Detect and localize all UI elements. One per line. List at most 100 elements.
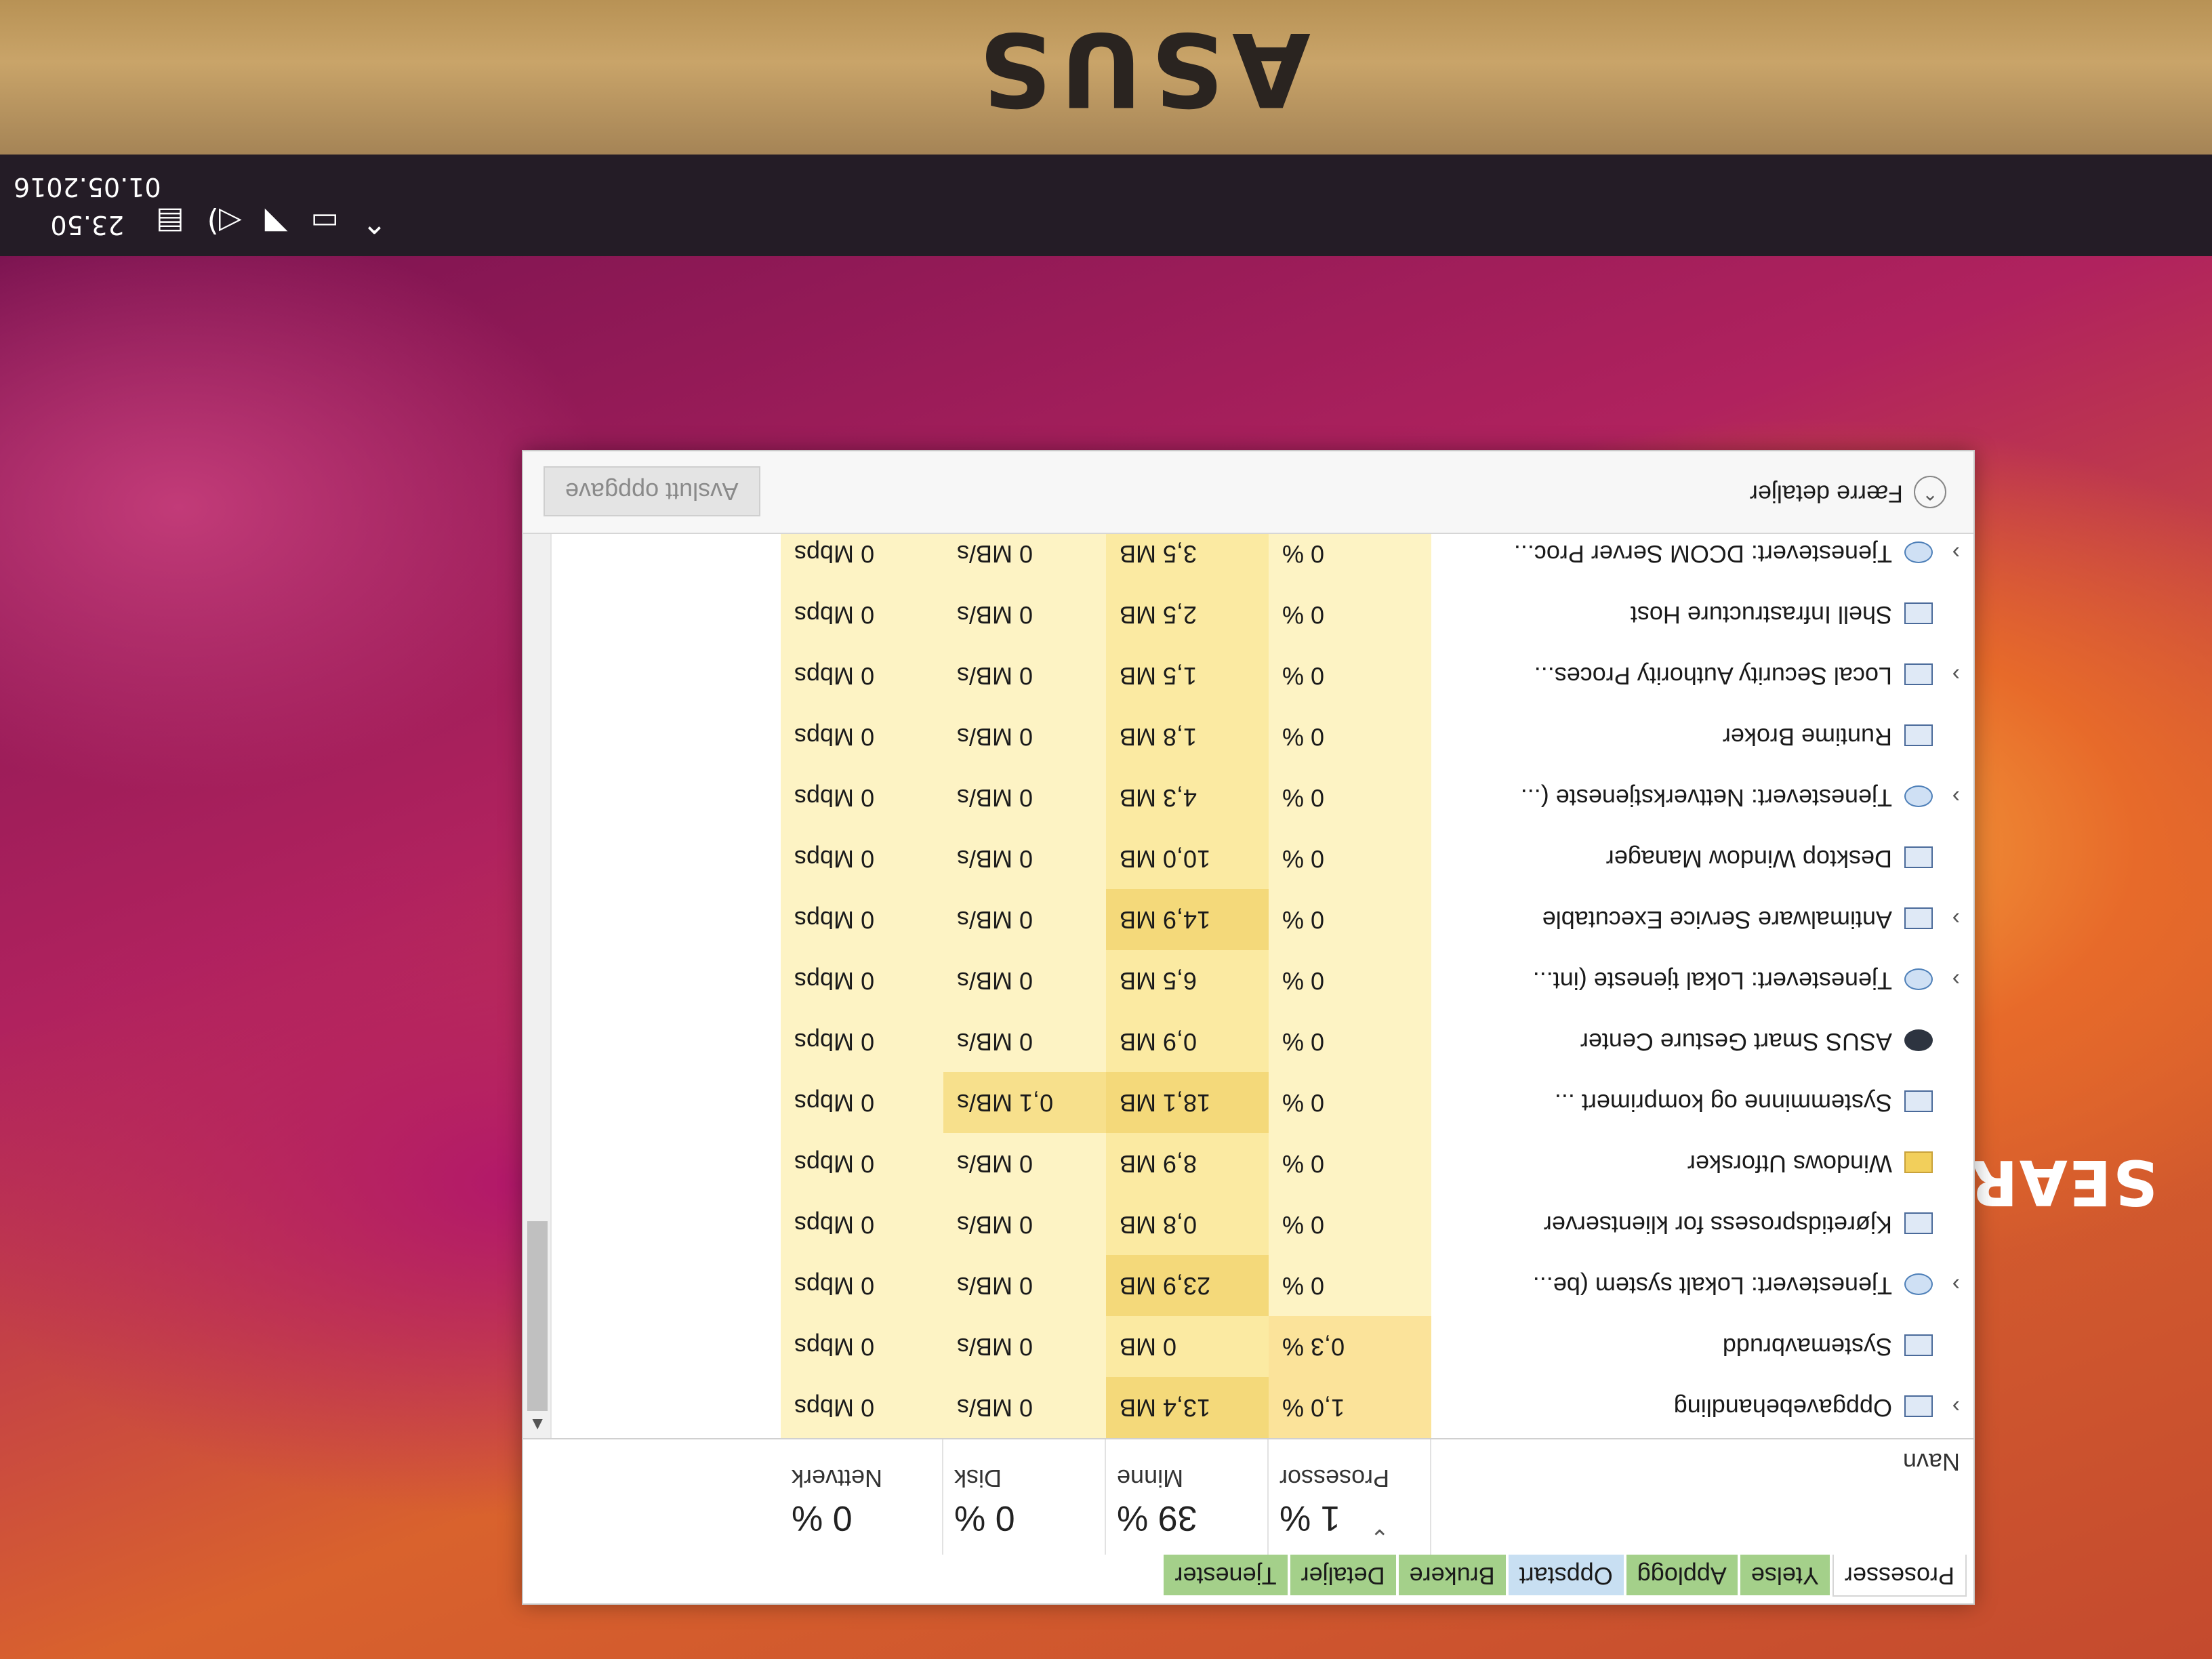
disk-cell: 0 MB/s [943,584,1106,645]
tab-bar: Prosesser Ytelse Applogg Oppstart Bruker… [522,1553,1973,1603]
scrollbar-thumb[interactable] [527,1221,548,1411]
memory-cell: 23,9 MB [1106,1255,1269,1316]
process-name: Oppgavebehandling [1673,1394,1892,1422]
system-icon [1904,846,1933,868]
network-cell: 0 Mbps [781,1377,943,1438]
process-name-cell: Kjøretidsprosess for klientserver [1431,1194,1973,1255]
volume-icon[interactable]: ◁) [207,205,242,239]
cpu-cell: 0 % [1269,1133,1431,1194]
memory-total: 39 % [1117,1498,1197,1538]
expand-chevron-icon[interactable]: › [1933,950,1960,1010]
end-task-button[interactable]: Avslutt oppgave [544,466,760,516]
disk-cell: 0 MB/s [943,1316,1106,1377]
disk-cell: 0,1 MB/s [943,1072,1106,1133]
memory-cell: 6,5 MB [1106,950,1269,1011]
clock-time: 23.50 [50,210,125,240]
process-row[interactable]: › Local Security Authority Proces... 0 % 1,… [550,645,1973,706]
network-cell: 0 Mbps [781,584,943,645]
process-name-cell: › Antimalware Service Executable [1431,889,1973,950]
fewer-details-button[interactable]: ⌃ Færre detaljer [1750,476,1946,508]
expand-chevron-icon[interactable]: › [1933,1377,1960,1437]
cpu-cell: 0 % [1269,1011,1431,1072]
process-name: Tjenestevert: Lokalt system (be... [1532,1272,1892,1300]
scrollbar[interactable]: ▲ ▼ [523,489,552,1438]
process-row[interactable]: ASUS Smart Gesture Center 0 % 0,9 MB 0 MB/s… [550,1011,1973,1072]
process-name: Antimalware Service Executable [1542,906,1892,934]
memory-cell: 13,4 MB [1106,1377,1269,1438]
expand-chevron-icon[interactable]: › [1933,1255,1960,1315]
network-cell: 0 Mbps [781,1316,943,1377]
clock[interactable]: 23.50 01.05.2016 [14,168,161,244]
expand-chevron-icon[interactable]: › [1933,889,1960,949]
cpu-total: 1 % [1279,1498,1340,1538]
process-row[interactable]: Systemminne og komprimert ... 0 % 18,1 MB 0… [550,1072,1973,1133]
cpu-cell: 0 % [1269,1072,1431,1133]
process-row[interactable]: Kjøretidsprosess for klientserver 0 % 0,8 … [550,1194,1973,1255]
cpu-cell: 1,0 % [1269,1377,1431,1438]
column-disk[interactable]: 0 % Disk [942,1439,1106,1555]
memory-cell: 0,8 MB [1106,1194,1269,1255]
column-cpu[interactable]: ⌄ 1 % Prosessor [1267,1439,1431,1555]
disk-cell: 0 MB/s [943,706,1106,767]
process-row[interactable]: Windows Utforsker 0 % 8,9 MB 0 MB/s 0 Mbps [550,1133,1973,1194]
sort-chevron-icon: ⌄ [1370,1524,1390,1550]
column-memory[interactable]: 39 % Minne [1105,1439,1269,1555]
expand-chevron-icon[interactable]: › [1933,767,1960,827]
process-row[interactable]: › Tjenestevert: Nettverkstjeneste (... 0 %… [550,767,1973,828]
chevron-up-icon[interactable]: ⌃ [362,205,387,239]
tab-services[interactable]: Tjenester [1164,1555,1288,1595]
process-row[interactable]: Runtime Broker 0 % 1,8 MB 0 MB/s 0 Mbps [550,706,1973,767]
memory-cell: 0 MB [1106,1316,1269,1377]
process-name-cell: Windows Utforsker [1431,1133,1973,1194]
cpu-label: Prosessor [1279,1465,1390,1492]
fewer-details-label: Færre detaljer [1749,480,1903,508]
network-cell: 0 Mbps [781,706,943,767]
network-cell: 0 Mbps [781,645,943,706]
network-cell: 0 Mbps [781,1133,943,1194]
wifi-icon[interactable]: ◥ [265,205,288,239]
memory-cell: 2,5 MB [1106,584,1269,645]
column-name[interactable]: Navn [1903,1448,1960,1476]
tab-users[interactable]: Brukere [1398,1555,1506,1595]
scroll-up-icon[interactable]: ▲ [529,1414,546,1435]
column-network[interactable]: 0 % Nettverk [779,1439,943,1555]
disk-cell: 0 MB/s [943,1011,1106,1072]
cpu-cell: 0 % [1269,767,1431,828]
process-row[interactable]: › Tjenestevert: Lokalt system (be... 0 % 23… [550,1255,1973,1316]
disk-cell: 0 MB/s [943,1377,1106,1438]
process-name: Windows Utforsker [1687,1150,1892,1178]
process-name: Local Security Authority Proces... [1534,662,1892,690]
gear-icon [1904,1273,1933,1295]
expand-chevron-icon[interactable]: › [1933,645,1960,705]
process-name-cell: › Tjenestevert: Nettverkstjeneste (... [1431,767,1973,828]
tab-processes[interactable]: Prosesser [1832,1555,1967,1597]
process-row[interactable]: › Antimalware Service Executable 0 % 14,9 M… [550,889,1973,950]
tab-app-history[interactable]: Applogg [1626,1555,1738,1595]
tab-startup[interactable]: Oppstart [1508,1555,1624,1595]
disk-label: Disk [954,1465,1002,1492]
process-row[interactable]: Systemavbrudd 0,3 % 0 MB 0 MB/s 0 Mbps [550,1316,1973,1377]
disk-cell: 0 MB/s [943,1194,1106,1255]
memory-cell: 1,5 MB [1106,645,1269,706]
process-row[interactable]: › Oppgavebehandling 1,0 % 13,4 MB 0 MB/s 0 Mb… [550,1377,1973,1438]
system-icon [1904,1212,1933,1234]
process-row[interactable]: Shell Infrastructure Host 0 % 2,5 MB 0 MB/s… [550,584,1973,645]
cpu-cell: 0 % [1269,950,1431,1011]
process-name-cell: ASUS Smart Gesture Center [1431,1011,1973,1072]
footer: ⌃ Færre detaljer Avslutt oppgave [523,451,1973,534]
disk-cell: 0 MB/s [943,645,1106,706]
memory-cell: 14,9 MB [1106,889,1269,950]
process-name: ASUS Smart Gesture Center [1580,1028,1892,1056]
battery-icon[interactable]: ▭ [310,205,339,239]
network-total: 0 % [792,1498,853,1538]
memory-cell: 1,8 MB [1106,706,1269,767]
process-name: Systemminne og komprimert ... [1554,1089,1892,1117]
process-list: ›Oppgavebehandling 1,0 % 13,4 MB 0 MB/s 0 Mb… [550,523,1973,1438]
tab-performance[interactable]: Ytelse [1740,1555,1830,1595]
process-row[interactable]: Desktop Window Manager 0 % 10,0 MB 0 MB/s 0 … [550,828,1973,889]
tab-details[interactable]: Detaljer [1290,1555,1396,1595]
process-row[interactable]: › Tjenestevert: Lokal tjeneste (int... 0 %… [550,950,1973,1011]
process-name-cell: Shell Infrastructure Host [1431,584,1973,645]
process-name: Tjenestevert: DCOM Server Proc... [1513,540,1892,568]
network-label: Nettverk [792,1465,883,1492]
